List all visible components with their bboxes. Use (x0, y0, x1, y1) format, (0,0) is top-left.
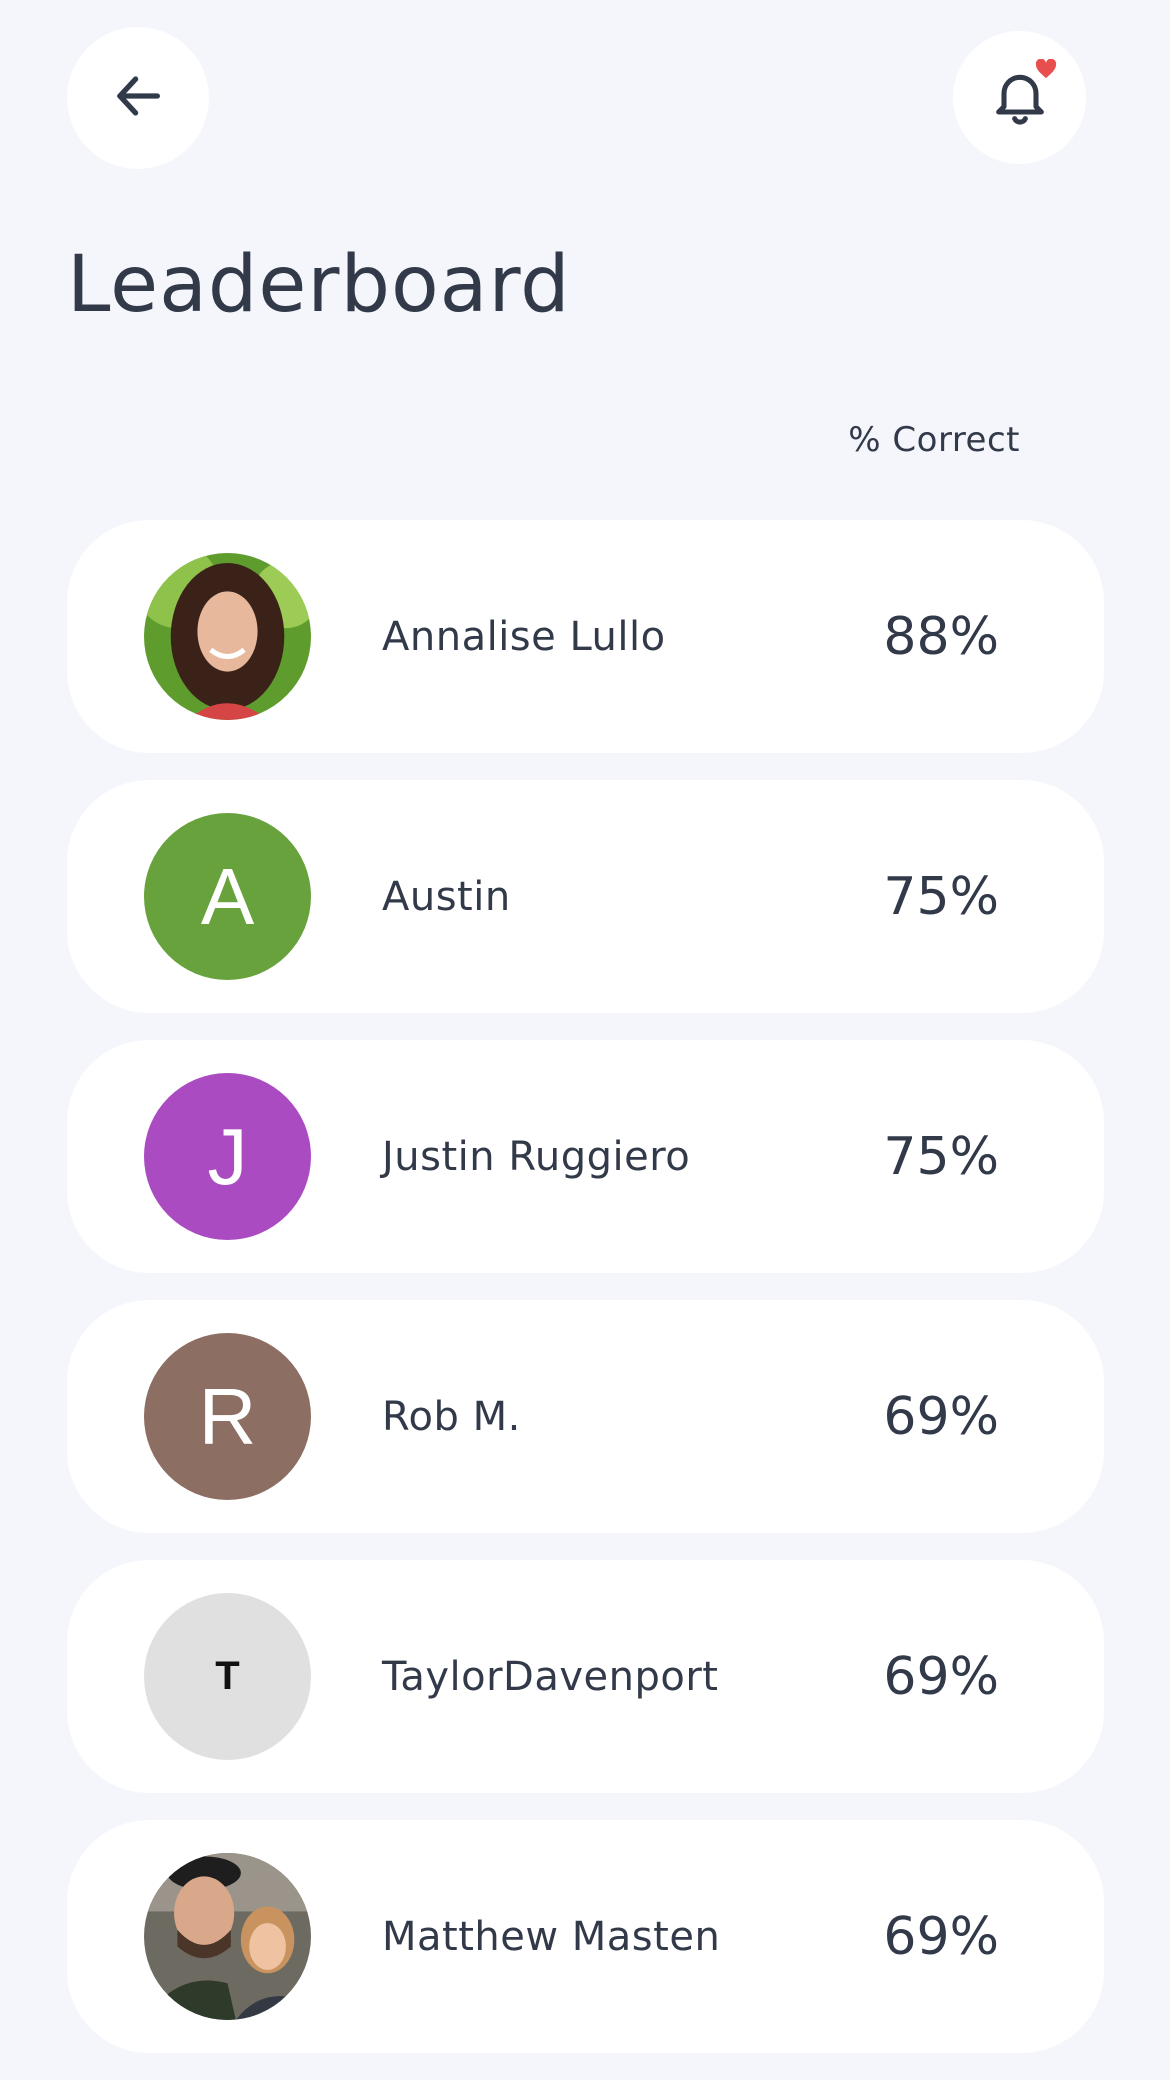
avatar: T (144, 1593, 311, 1760)
player-name: Rob M. (382, 1393, 521, 1440)
player-name: Matthew Masten (382, 1913, 721, 1960)
player-score: 88% (883, 606, 999, 667)
player-score: 75% (883, 866, 999, 927)
leaderboard-row[interactable]: A Austin 75% (67, 780, 1104, 1013)
leaderboard-row[interactable]: J Justin Ruggiero 75% (67, 1040, 1104, 1273)
avatar: R (144, 1333, 311, 1500)
notification-badge-icon (1035, 58, 1057, 79)
avatar (144, 553, 311, 720)
column-header-percent-correct: % Correct (848, 420, 1020, 460)
leaderboard-list: Annalise Lullo 88% A Austin 75% J Justin… (67, 520, 1104, 2080)
avatar: J (144, 1073, 311, 1240)
player-score: 69% (883, 1906, 999, 1967)
back-button[interactable] (67, 27, 209, 169)
arrow-left-icon (109, 67, 167, 129)
avatar (144, 1853, 311, 2020)
player-score: 69% (883, 1386, 999, 1447)
avatar: A (144, 813, 311, 980)
notifications-button[interactable] (953, 31, 1086, 164)
player-name: Justin Ruggiero (382, 1133, 691, 1180)
player-score: 69% (883, 1646, 999, 1707)
leaderboard-row[interactable]: Matthew Masten 69% (67, 1820, 1104, 2053)
player-name: Annalise Lullo (382, 613, 666, 660)
page-title: Leaderboard (67, 240, 571, 330)
leaderboard-row[interactable]: R Rob M. 69% (67, 1300, 1104, 1533)
leaderboard-row[interactable]: T TaylorDavenport 69% (67, 1560, 1104, 1793)
player-score: 75% (883, 1126, 999, 1187)
player-name: TaylorDavenport (382, 1653, 719, 1700)
leaderboard-row[interactable]: Annalise Lullo 88% (67, 520, 1104, 753)
player-name: Austin (382, 873, 511, 920)
